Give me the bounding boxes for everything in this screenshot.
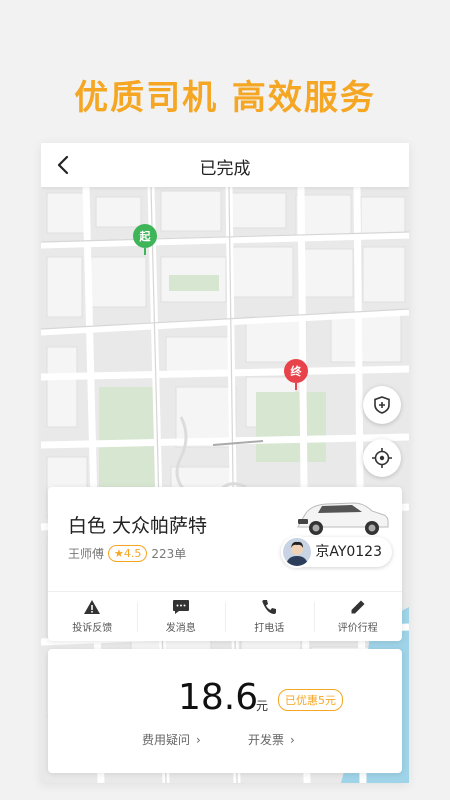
- safety-shield-button[interactable]: [363, 386, 401, 424]
- locate-icon: [372, 448, 392, 468]
- call-button[interactable]: 打电话: [225, 592, 314, 641]
- call-label: 打电话: [254, 623, 285, 634]
- pencil-icon: [351, 600, 365, 614]
- plate-number: 京AY0123: [315, 544, 382, 560]
- fare-question-label: 费用疑问: [142, 733, 191, 747]
- fare-question-link[interactable]: 费用疑问 ›: [142, 731, 201, 748]
- fare-amount: 18.6: [178, 677, 259, 718]
- rate-trip-label: 评价行程: [337, 623, 378, 634]
- warning-icon: [84, 600, 101, 614]
- driver-name: 王师傅: [68, 547, 105, 561]
- start-pin-label: 起: [133, 224, 157, 248]
- discount-badge: 已优惠5元: [278, 689, 343, 711]
- message-icon: [172, 600, 189, 614]
- phone-icon: [262, 600, 277, 614]
- complaint-button[interactable]: 投诉反馈: [48, 592, 137, 641]
- fare-card: 18.6 元 已优惠5元 费用疑问 › 开发票 ›: [48, 649, 402, 773]
- car-description: 白色 大众帕萨特: [68, 515, 208, 537]
- message-button[interactable]: 发消息: [136, 592, 226, 641]
- shield-icon: [374, 396, 390, 414]
- driver-orders: 223单: [151, 547, 187, 561]
- driver-card: 白色 大众帕萨特 王师傅 ★4.5 223单 京AY0123 投诉反馈 发消息 …: [48, 487, 402, 641]
- driver-rating: ★4.5: [108, 545, 148, 562]
- license-plate: 京AY0123: [281, 536, 392, 568]
- rate-trip-button[interactable]: 评价行程: [313, 592, 403, 641]
- invoice-link[interactable]: 开发票 ›: [248, 731, 295, 748]
- start-pin: 起: [133, 224, 157, 255]
- promo-headline: 优质司机 高效服务: [74, 78, 376, 118]
- end-pin: 终: [284, 359, 308, 390]
- driver-avatar: [281, 536, 314, 568]
- message-label: 发消息: [165, 623, 196, 634]
- action-bar: 投诉反馈 发消息 打电话 评价行程: [48, 591, 402, 641]
- driver-info: 王师傅 ★4.5 223单: [68, 545, 186, 562]
- locate-button[interactable]: [363, 439, 401, 477]
- chevron-right-icon: ›: [196, 732, 201, 747]
- complaint-label: 投诉反馈: [72, 623, 113, 634]
- phone-screen: 已完成 起 终 白色 大众帕萨特 王师傅 ★4.5 223单 京AY0123 投…: [41, 143, 409, 783]
- fare-unit: 元: [256, 699, 269, 713]
- nav-bar: 已完成: [41, 143, 409, 187]
- invoice-label: 开发票: [248, 733, 285, 747]
- chevron-right-icon: ›: [290, 732, 295, 747]
- page-title: 已完成: [199, 159, 251, 179]
- car-image: [297, 502, 389, 535]
- end-pin-label: 终: [284, 359, 308, 383]
